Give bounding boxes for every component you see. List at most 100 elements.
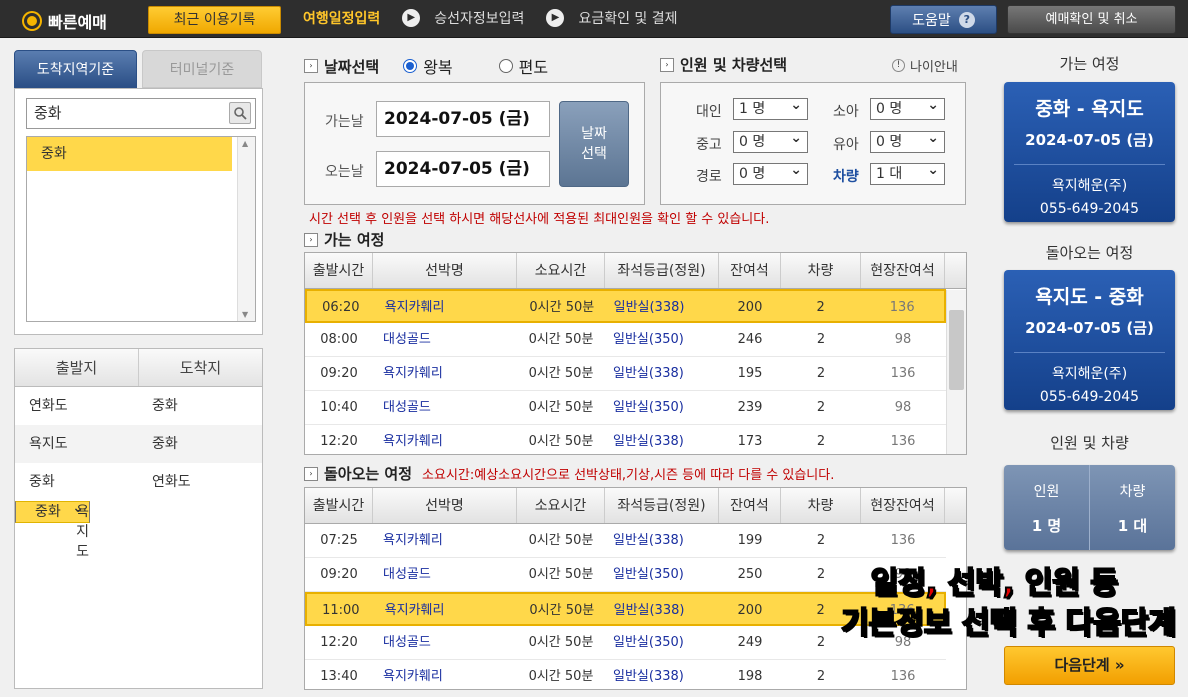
area-list: 중화 ▲ ▼ (26, 136, 256, 322)
scroll-down-icon[interactable]: ▼ (242, 310, 248, 319)
teen-select[interactable]: 0 명 (733, 128, 808, 153)
search-icon[interactable] (229, 102, 251, 124)
date-box: 가는날 2024-07-05 (금) 오는날 2024-07-05 (금) 날짜… (304, 82, 645, 205)
step-trip-input: 여행일정입력 (303, 11, 381, 27)
list-item[interactable]: 중화 (27, 137, 232, 171)
scroll-up-icon[interactable]: ▲ (242, 139, 248, 148)
cell-ship: 대성골드 (383, 332, 431, 347)
return-date: 2024-07-05 (금) (1025, 319, 1154, 337)
cell-ship: 대성골드 (383, 567, 431, 582)
table-row[interactable]: 09:20 대성골드 0시간 50분 일반실(350) 250 2 98 (305, 558, 946, 592)
return-schedule-table: 출발시간 선박명 소요시간 좌석등급(정원) 잔여석 차량 현장잔여석 07:2… (304, 487, 967, 690)
adult-select[interactable]: 1 명 (733, 95, 808, 120)
child-select[interactable]: 0 명 (870, 95, 945, 120)
cell-class: 일반실(350) (613, 635, 684, 650)
cell-seats: 198 (737, 669, 763, 684)
cell-time: 09:20 (320, 567, 358, 582)
cell-class: 일반실(350) (613, 567, 684, 582)
col-departure-time: 출발시간 (305, 253, 373, 288)
cell-ship: 욕지카훼리 (384, 300, 445, 315)
outbound-summary-card: 중화 - 욕지도 2024-07-05 (금) 욕지해운(주) 055-649-… (1004, 82, 1175, 222)
arrival-header: 도착지 (179, 359, 222, 377)
cell-duration: 0시간 50분 (528, 434, 594, 449)
scrollbar[interactable] (946, 290, 966, 454)
caption-line-2: 기본정보 선택 후 다음단계 (840, 605, 1177, 642)
tab-area-based[interactable]: 도착지역기준 (14, 50, 137, 88)
help-button[interactable]: 도움말 ? (890, 5, 997, 34)
notice-text: 시간 선택 후 인원을 선택 하시면 해당선사에 적용된 최대인원을 확인 할 … (309, 212, 770, 227)
cell-ship: 욕지카훼리 (383, 434, 443, 449)
cell-duration: 0시간 50분 (528, 366, 594, 381)
cell-seats: 195 (737, 366, 763, 381)
info-icon: ! (892, 59, 905, 72)
pax-summary-card: 인원 1 명 차량 1 대 (1004, 465, 1175, 550)
col-duration: 소요시간 (517, 253, 605, 288)
cell-onsite: 136 (890, 533, 916, 548)
search-input[interactable]: 중화 (26, 98, 256, 129)
scrollbar[interactable]: ▲ ▼ (237, 137, 255, 321)
vehicle-select[interactable]: 1 대 (870, 160, 945, 185)
return-summary-card: 욕지도 - 중화 2024-07-05 (금) 욕지해운(주) 055-649-… (1004, 270, 1175, 410)
radio-unchecked-icon (498, 59, 513, 73)
recent-history-button[interactable]: 최근 이용기록 (148, 6, 281, 34)
booking-confirm-button[interactable]: 예매확인 및 취소 (1007, 5, 1176, 34)
route-from: 중화 (35, 504, 61, 520)
cell-time: 06:20 (322, 300, 360, 315)
roundtrip-radio[interactable]: 왕복 (403, 54, 453, 78)
depart-date-field[interactable]: 2024-07-05 (금) (376, 101, 550, 137)
table-row[interactable]: 욕지도 중화 (15, 425, 262, 463)
cell-ship: 욕지카훼리 (384, 603, 445, 618)
table-header: 출발시간 선박명 소요시간 좌석등급(정원) 잔여석 차량 현장잔여석 (305, 488, 966, 524)
table-row[interactable]: 중화 연화도 (15, 463, 262, 501)
cell-seats: 239 (737, 400, 763, 415)
step-arrow-icon: ▶ (402, 9, 421, 27)
col-ship-name: 선박명 (373, 488, 517, 523)
divider (1014, 352, 1165, 353)
cell-seats: 200 (737, 603, 763, 618)
date-title-text: 날짜선택 (324, 57, 380, 76)
cell-onsite: 136 (890, 434, 916, 449)
table-header: 출발시간 선박명 소요시간 좌석등급(정원) 잔여석 차량 현장잔여석 (305, 253, 966, 289)
return-label: 오는날 (325, 164, 364, 180)
roundtrip-label: 왕복 (423, 58, 453, 77)
cell-duration: 0시간 50분 (528, 635, 594, 650)
date-select-button[interactable]: 날짜 선택 (559, 101, 629, 187)
outbound-date: 2024-07-05 (금) (1025, 131, 1154, 149)
return-summary-title: 돌아오는 여정 (1045, 244, 1134, 262)
vehicle-count-value: 1 대 (1117, 517, 1148, 535)
cell-time: 12:20 (320, 635, 358, 650)
outbound-phone: 055-649-2045 (1039, 201, 1140, 217)
step-payment: 요금확인 및 결제 (578, 11, 678, 27)
senior-select[interactable]: 0 명 (733, 160, 808, 185)
logo-circle-icon (24, 13, 40, 29)
child-label: 소아 (833, 104, 859, 120)
cell-duration: 0시간 50분 (529, 603, 595, 618)
col-seat-class: 좌석등급(정원) (605, 253, 719, 288)
pax-summary-title: 인원 및 차량 (1050, 434, 1129, 452)
table-row[interactable]: 08:00 대성골드 0시간 50분 일반실(350) 246 2 98 (305, 323, 946, 357)
cell-ship: 욕지카훼리 (383, 669, 443, 684)
table-row-selected[interactable]: 06:20 욕지카훼리 0시간 50분 일반실(338) 200 2 136 (305, 289, 946, 323)
return-date-field[interactable]: 2024-07-05 (금) (376, 151, 550, 187)
oneway-radio[interactable]: 편도 (498, 54, 548, 78)
table-row-selected[interactable]: 중화 욕지도 (15, 498, 90, 560)
cell-class: 일반실(338) (613, 300, 685, 315)
table-row[interactable]: 07:25 욕지카훼리 0시간 50분 일반실(338) 199 2 136 (305, 524, 946, 558)
cell-onsite: 136 (890, 366, 916, 381)
table-row[interactable]: 연화도 중화 (15, 387, 262, 425)
next-step-button[interactable]: 다음단계 » (1004, 646, 1175, 685)
age-info-link[interactable]: ! 나이안내 (892, 56, 958, 75)
table-row[interactable]: 09:20 욕지카훼리 0시간 50분 일반실(338) 195 2 136 (305, 357, 946, 391)
table-row[interactable]: 12:20 욕지카훼리 0시간 50분 일반실(338) 173 2 136 (305, 425, 946, 454)
infant-select[interactable]: 0 명 (870, 128, 945, 153)
divider (1014, 164, 1165, 165)
cell-time: 10:40 (320, 400, 358, 415)
table-row[interactable]: 13:40 욕지카훼리 0시간 50분 일반실(338) 198 2 136 (305, 660, 946, 689)
cell-seats: 250 (737, 567, 763, 582)
outbound-company: 욕지해운(주) (1051, 178, 1128, 194)
scrollbar-thumb[interactable] (949, 310, 964, 390)
cell-duration: 0시간 50분 (528, 669, 594, 684)
table-row[interactable]: 10:40 대성골드 0시간 50분 일반실(350) 239 2 98 (305, 391, 946, 425)
tab-terminal-based[interactable]: 터미널기준 (142, 50, 262, 88)
cell-onsite: 136 (889, 300, 915, 315)
